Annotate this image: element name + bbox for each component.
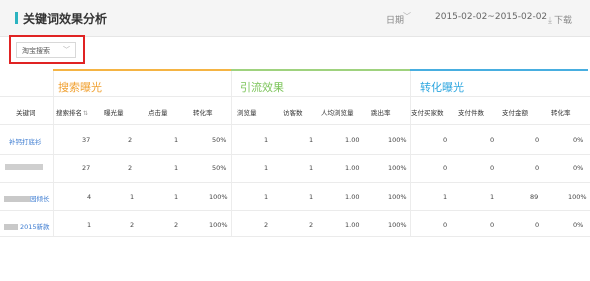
table-cell: 1	[309, 193, 314, 201]
table-cell: 1	[264, 136, 269, 144]
table-cell: 1	[443, 193, 448, 201]
chevron-down-icon: ﹀	[63, 46, 70, 54]
table-cell: 2	[174, 221, 179, 229]
table-cell: 1	[264, 164, 269, 172]
col-header-clicks: 点击量	[148, 109, 168, 117]
table-cell: 100%	[388, 136, 407, 144]
col-header-ctr: 转化率	[193, 109, 213, 117]
table-cell: 2	[130, 221, 135, 229]
table-cell: 1	[174, 136, 179, 144]
col-header-amount: 支付金额	[502, 109, 528, 117]
table-cell: 27	[82, 164, 91, 172]
keyword-text: 园倾长	[30, 195, 50, 203]
table-cell: 0	[490, 221, 495, 229]
panel-header: 关键词效果分析 日期 ﹀ 2015-02-02~2015-02-02 ⤓ 下载	[0, 0, 590, 37]
table-cell: 37	[82, 136, 91, 144]
table-cell: 0	[535, 221, 540, 229]
table-cell: 100%	[388, 193, 407, 201]
col-header-pv-per-visitor: 人均浏览量	[321, 109, 354, 117]
table-cell: 1.00	[345, 136, 360, 144]
row-divider	[0, 124, 590, 125]
table-cell: 4	[87, 193, 92, 201]
row-divider	[0, 236, 590, 237]
table-cell: 2	[128, 136, 133, 144]
keyword-link[interactable]: 补钙打底衫	[9, 136, 42, 146]
table-cell: 0	[443, 221, 448, 229]
table-cell: 1	[309, 164, 314, 172]
group-title-search: 搜索曝光	[58, 81, 102, 94]
row-divider	[0, 182, 590, 183]
date-picker[interactable]: 日期	[386, 13, 404, 26]
download-button[interactable]: ⤓ 下载	[548, 13, 572, 26]
table-cell: 100%	[388, 164, 407, 172]
table-cell: 1	[174, 193, 179, 201]
keyword-text: 2015新款	[20, 223, 50, 231]
table-cell: 2	[128, 164, 133, 172]
table-cell: 100%	[209, 221, 228, 229]
download-label: 下载	[553, 16, 572, 26]
table-cell: 1	[490, 193, 495, 201]
table-cell: 100%	[209, 193, 228, 201]
download-icon: ⤓	[548, 16, 552, 26]
group-title-conversion: 转化曝光	[420, 81, 464, 94]
table-cell: 0	[443, 136, 448, 144]
table-cell: 1	[174, 164, 179, 172]
group-title-traffic: 引流效果	[240, 81, 284, 94]
keyword-link[interactable]: 园倾长	[4, 193, 50, 203]
group-line-search	[53, 69, 231, 71]
table-cell: 1	[309, 136, 314, 144]
table-cell: 1.00	[345, 221, 360, 229]
source-select-value: 淘宝搜索	[22, 47, 50, 55]
table-cell: 100%	[568, 193, 587, 201]
table-cell: 89	[530, 193, 539, 201]
table-cell: 1	[87, 221, 92, 229]
page-title: 关键词效果分析	[23, 12, 108, 26]
table-cell: 0%	[573, 221, 584, 229]
group-line-conversion	[410, 69, 588, 71]
table-cell: 1	[130, 193, 135, 201]
date-range-text: 2015-02-02~2015-02-02	[435, 12, 548, 22]
col-header-buyers: 支付买家数	[411, 109, 444, 117]
col-header-bounce-rate: 跳出率	[371, 109, 391, 117]
table-cell: 100%	[388, 221, 407, 229]
redacted-keyword[interactable]	[5, 164, 43, 170]
group-line-traffic	[231, 69, 410, 71]
row-divider	[0, 96, 590, 97]
table-cell: 0	[443, 164, 448, 172]
col-header-conversion: 转化率	[551, 109, 571, 117]
table-cell: 1.00	[345, 193, 360, 201]
table-cell: 0%	[573, 164, 584, 172]
table-cell: 0	[535, 136, 540, 144]
sort-icon[interactable]: ⇅	[83, 110, 88, 117]
row-divider	[0, 210, 590, 211]
table-cell: 2	[309, 221, 314, 229]
col-header-items: 支付件数	[458, 109, 484, 117]
col-header-impressions: 曝光量	[104, 109, 124, 117]
col-header-search-rank-label: 搜索排名	[56, 109, 82, 117]
col-header-visitors: 访客数	[283, 109, 303, 117]
chevron-down-icon[interactable]: ﹀	[403, 11, 411, 22]
table-cell: 1	[264, 193, 269, 201]
table-cell: 1.00	[345, 164, 360, 172]
table-cell: 2	[264, 221, 269, 229]
keyword-analysis-panel: 关键词效果分析 日期 ﹀ 2015-02-02~2015-02-02 ⤓ 下载 淘…	[0, 0, 590, 281]
row-divider	[0, 154, 590, 155]
title-accent	[15, 12, 18, 24]
source-select[interactable]: 淘宝搜索 ﹀	[16, 42, 76, 58]
table-cell: 0	[490, 136, 495, 144]
table-cell: 0%	[573, 136, 584, 144]
table-cell: 50%	[212, 136, 227, 144]
redacted-prefix	[4, 196, 30, 202]
col-header-keyword: 关键词	[16, 109, 36, 117]
table-cell: 0	[490, 164, 495, 172]
table-cell: 50%	[212, 164, 227, 172]
col-header-pageviews: 浏览量	[237, 109, 257, 117]
redacted-prefix	[4, 224, 18, 230]
keyword-link[interactable]: 2015新款	[4, 221, 50, 231]
col-header-search-rank[interactable]: 搜索排名⇅	[56, 107, 88, 117]
table-cell: 0	[535, 164, 540, 172]
